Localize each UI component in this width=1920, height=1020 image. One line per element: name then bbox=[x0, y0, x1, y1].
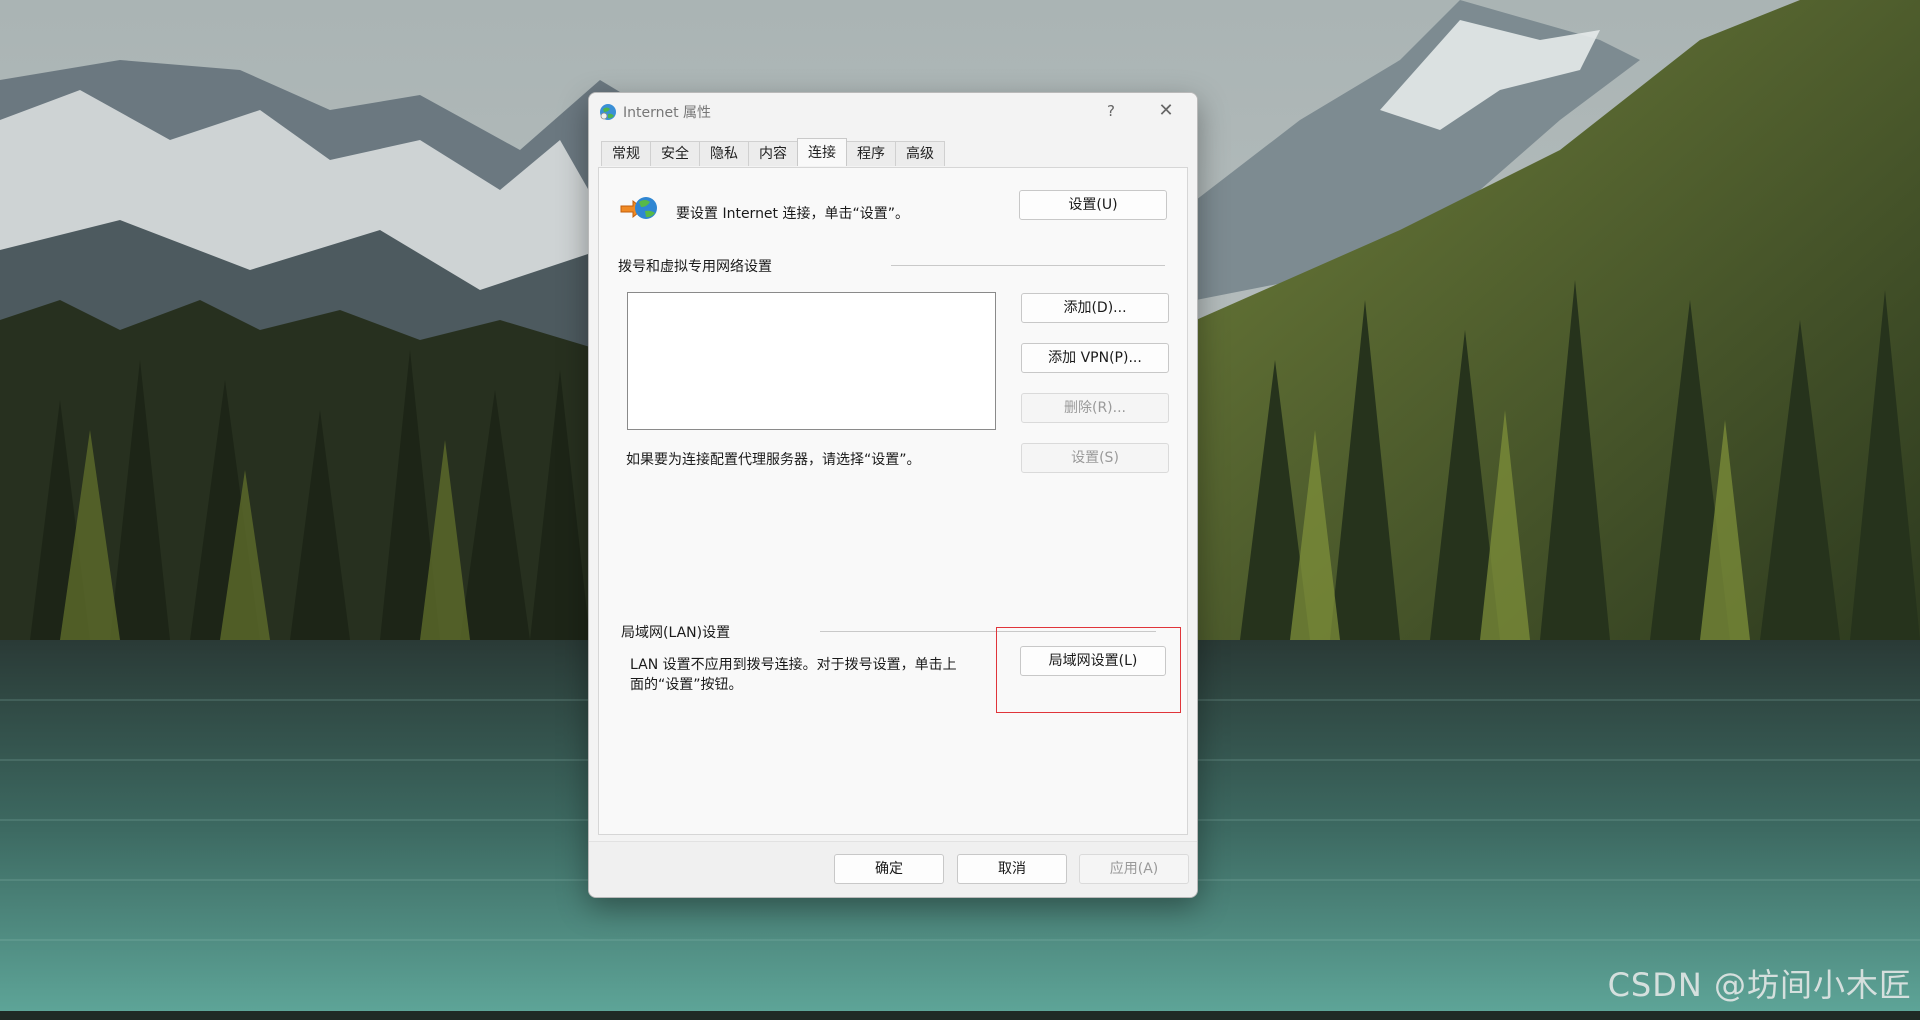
tab-programs[interactable]: 程序 bbox=[846, 141, 896, 166]
csdn-watermark: CSDN @坊间小木匠 bbox=[1607, 966, 1912, 1004]
proxy-instruction-text: 如果要为连接配置代理服务器，请选择“设置”。 bbox=[626, 452, 921, 468]
cancel-button[interactable]: 取消 bbox=[957, 854, 1067, 884]
help-button[interactable]: ? bbox=[1089, 97, 1133, 125]
dialup-settings-button[interactable]: 设置(S) bbox=[1021, 443, 1169, 473]
tab-strip: 常规 安全 隐私 内容 连接 程序 高级 bbox=[601, 138, 945, 167]
dialup-separator bbox=[891, 265, 1165, 266]
tab-privacy[interactable]: 隐私 bbox=[699, 141, 749, 166]
title-bar[interactable]: Internet 属性 ? ✕ bbox=[589, 93, 1197, 127]
ok-button[interactable]: 确定 bbox=[834, 854, 944, 884]
lan-heading: 局域网(LAN)设置 bbox=[621, 625, 731, 641]
add-vpn-button[interactable]: 添加 VPN(P)... bbox=[1021, 343, 1169, 373]
tab-security[interactable]: 安全 bbox=[650, 141, 700, 166]
lan-button-highlight-box bbox=[996, 627, 1181, 713]
tab-advanced[interactable]: 高级 bbox=[895, 141, 945, 166]
window-title: Internet 属性 bbox=[623, 105, 712, 121]
lan-description-line2: 面的“设置”按钮。 bbox=[630, 677, 743, 693]
tab-general[interactable]: 常规 bbox=[601, 141, 651, 166]
setup-button[interactable]: 设置(U) bbox=[1019, 190, 1167, 220]
dialup-vpn-heading: 拨号和虚拟专用网络设置 bbox=[618, 259, 772, 275]
close-button[interactable]: ✕ bbox=[1144, 97, 1188, 125]
setup-instruction-text: 要设置 Internet 连接，单击“设置”。 bbox=[676, 206, 909, 222]
add-button[interactable]: 添加(D)... bbox=[1021, 293, 1169, 323]
connect-globe-icon bbox=[620, 197, 657, 219]
tab-content[interactable]: 内容 bbox=[748, 141, 798, 166]
dialup-connections-list[interactable] bbox=[627, 292, 996, 430]
apply-button[interactable]: 应用(A) bbox=[1079, 854, 1189, 884]
connections-panel: 要设置 Internet 连接，单击“设置”。 设置(U) 拨号和虚拟专用网络设… bbox=[598, 167, 1188, 835]
internet-properties-dialog: Internet 属性 ? ✕ 常规 安全 隐私 内容 连接 程序 高级 要设置… bbox=[588, 92, 1198, 898]
taskbar-edge bbox=[0, 1011, 1920, 1020]
internet-globe-icon bbox=[600, 104, 616, 120]
dialog-footer: 确定 取消 应用(A) bbox=[589, 841, 1197, 897]
remove-button[interactable]: 删除(R)... bbox=[1021, 393, 1169, 423]
lan-description-line1: LAN 设置不应用到拨号连接。对于拨号设置，单击上 bbox=[630, 657, 957, 673]
tab-connections[interactable]: 连接 bbox=[797, 138, 847, 166]
